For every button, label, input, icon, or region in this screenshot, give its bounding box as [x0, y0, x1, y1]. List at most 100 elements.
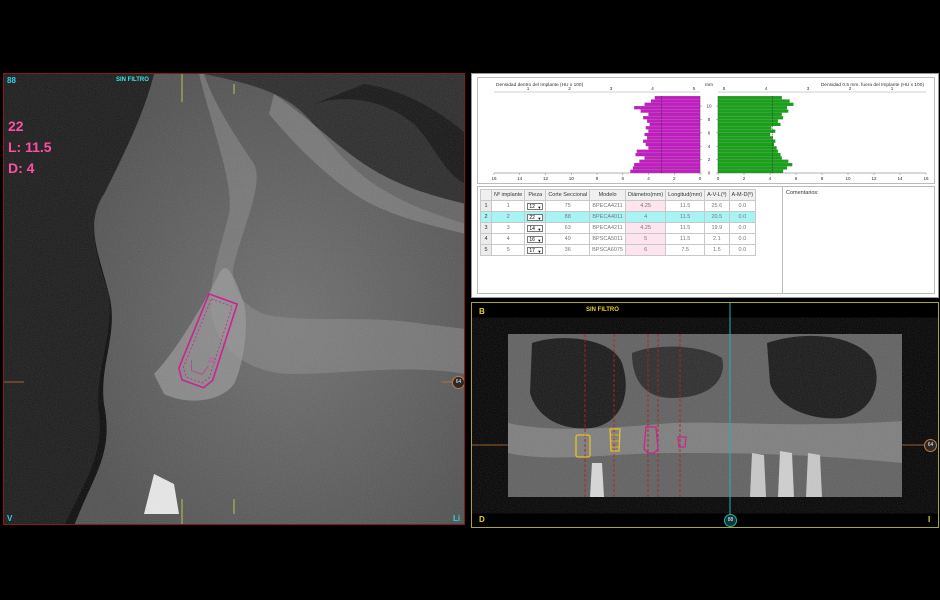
view-corner-label: I	[928, 515, 931, 524]
modelo-cell: BPECA4011	[589, 211, 627, 223]
table-header[interactable]: Corte Seccional	[545, 189, 591, 201]
right-x-tick-label: 14	[897, 176, 903, 181]
density-bar-outside	[717, 153, 781, 157]
y-tick-label: 2	[708, 157, 711, 162]
pieza-value: 12	[529, 203, 535, 210]
pieza-cell: 17 ▼	[524, 244, 547, 256]
density-bar-inside	[645, 142, 701, 147]
pieza-select[interactable]: 17 ▼	[527, 246, 544, 255]
amd-cell: 0.0	[728, 244, 757, 256]
density-bar-outside	[717, 112, 782, 116]
density-bar-outside	[717, 159, 789, 163]
implant-length: L: 11.5	[8, 139, 52, 155]
density-bar-outside	[717, 129, 776, 133]
density-bar-inside	[647, 136, 701, 140]
density-bar-inside	[645, 126, 701, 130]
right-x-tick-label: 12	[871, 176, 877, 181]
density-bar-outside	[717, 119, 778, 123]
panoramic-view[interactable]: B SIN FILTRO D I 88 64	[471, 302, 939, 528]
view-corner-label: 88	[7, 76, 16, 85]
pieza-select[interactable]: 14 ▼	[527, 224, 544, 233]
right-x-tick-label: 16	[923, 176, 929, 181]
filter-label: SIN FILTRO	[116, 77, 149, 83]
modelo-cell: BPECA4211	[589, 200, 627, 212]
density-chart: Densidad dentro del Implante (HU x 100) D…	[491, 82, 929, 181]
density-bar-inside	[643, 139, 701, 143]
table-corner	[480, 189, 492, 201]
implant-number-cell: 2	[490, 211, 526, 223]
table-row[interactable]: 4 4 16 ▼ 49 BPSCA5011 5 11.5 2.1 0.0	[480, 233, 757, 245]
implant-diameter: D: 4	[8, 160, 35, 176]
implant-table: Nº implante Pieza Corte Seccional Modelo Diá…	[480, 189, 757, 256]
chevron-down-icon[interactable]: ▼	[537, 248, 541, 255]
left-x-tick-label: 6	[621, 176, 624, 181]
left-x-tick-label: 12	[543, 176, 549, 181]
row-number: 4	[480, 233, 492, 245]
density-bar-outside	[717, 149, 778, 153]
density-bar-inside	[632, 166, 701, 170]
cross-section-view[interactable]: 88 SIN FILTRO 22 L: 11.5 D: 4 22 V Li 64	[3, 73, 465, 525]
density-chart-frame: Densidad dentro del Implante (HU x 100) D…	[477, 77, 935, 184]
table-header[interactable]: A-V-L(º)	[704, 189, 730, 201]
table-header[interactable]: Pieza	[524, 189, 547, 201]
density-bar-inside	[644, 102, 701, 106]
density-bar-inside	[636, 149, 701, 153]
table-row[interactable]: 3 3 14 ▼ 63 BPECA4211 4.25 11.5 19.9 0.0	[480, 222, 757, 234]
amd-cell: 0.0	[728, 211, 757, 223]
density-bar-inside	[647, 119, 701, 123]
pieza-select[interactable]: 22 ▼	[527, 213, 544, 222]
pieza-value: 22	[529, 214, 535, 221]
density-bar-outside	[717, 99, 790, 103]
longitud-cell: 11.5	[665, 200, 706, 212]
pieza-select[interactable]: 16 ▼	[527, 235, 544, 244]
row-number: 1	[480, 200, 492, 212]
density-bar-outside	[717, 166, 788, 170]
chart-unit-label: mm	[705, 83, 713, 88]
density-bar-inside	[634, 163, 701, 167]
implant-info: 22 L: 11.5 D: 4	[8, 116, 52, 179]
density-bar-outside	[717, 169, 784, 173]
diametro-cell: 5	[625, 233, 667, 245]
table-header[interactable]: A-M-D(º)	[728, 189, 757, 201]
row-number: 2	[480, 211, 492, 223]
diametro-cell: 4.25	[625, 200, 667, 212]
row-number: 3	[480, 222, 492, 234]
chevron-down-icon[interactable]: ▼	[537, 215, 541, 222]
y-tick-label: 4	[708, 144, 711, 149]
table-row[interactable]: 5 5 17 ▼ 36 BPSCA6075 6 7.5 1.5 0.0	[480, 244, 757, 256]
table-header[interactable]: Longitud(mm)	[665, 189, 706, 201]
density-bar-inside	[654, 96, 701, 100]
table-header[interactable]: Diámetro(mm)	[625, 189, 667, 201]
filter-label: SIN FILTRO	[586, 307, 619, 313]
view-corner-label: B	[479, 307, 485, 316]
row-number: 5	[480, 244, 492, 256]
view-corner-label: Li	[453, 514, 461, 523]
corte-cell: 49	[545, 233, 591, 245]
density-bar-inside	[648, 146, 701, 150]
density-bar-inside	[640, 109, 701, 113]
chevron-down-icon[interactable]: ▼	[537, 226, 541, 233]
modelo-cell: BPSCA6075	[589, 244, 627, 256]
chevron-down-icon[interactable]: ▼	[537, 237, 541, 244]
implant-number-cell: 5	[490, 244, 526, 256]
slice-marker-right[interactable]: 64	[924, 439, 937, 452]
table-row[interactable]: 1 1 12 ▼ 75 BPECA4211 4.25 11.5 25.6 0.0	[480, 200, 757, 212]
implant-number: 22	[8, 118, 24, 134]
chevron-down-icon[interactable]: ▼	[537, 204, 541, 211]
slice-marker[interactable]: 64	[452, 376, 464, 389]
longitud-cell: 11.5	[665, 222, 706, 234]
modelo-cell: BPECA4211	[589, 222, 627, 234]
pieza-select[interactable]: 12 ▼	[527, 202, 544, 211]
table-row[interactable]: 2 2 22 ▼ 88 BPECA4011 4 11.5 20.5 0.0	[480, 211, 757, 223]
slice-marker-bottom[interactable]: 88	[724, 514, 737, 527]
table-header[interactable]: Nº implante	[490, 189, 526, 201]
comments-label: Comentarios:	[786, 190, 819, 196]
diametro-cell: 4	[625, 211, 667, 223]
density-bar-outside	[717, 132, 771, 137]
pieza-cell: 22 ▼	[524, 211, 547, 223]
right-x-tick-label: 0	[717, 176, 720, 181]
table-header[interactable]: Modelo	[589, 189, 627, 201]
density-bar-inside	[644, 132, 701, 137]
avl-cell: 20.5	[704, 211, 730, 223]
y-tick-label: 8	[708, 117, 711, 122]
